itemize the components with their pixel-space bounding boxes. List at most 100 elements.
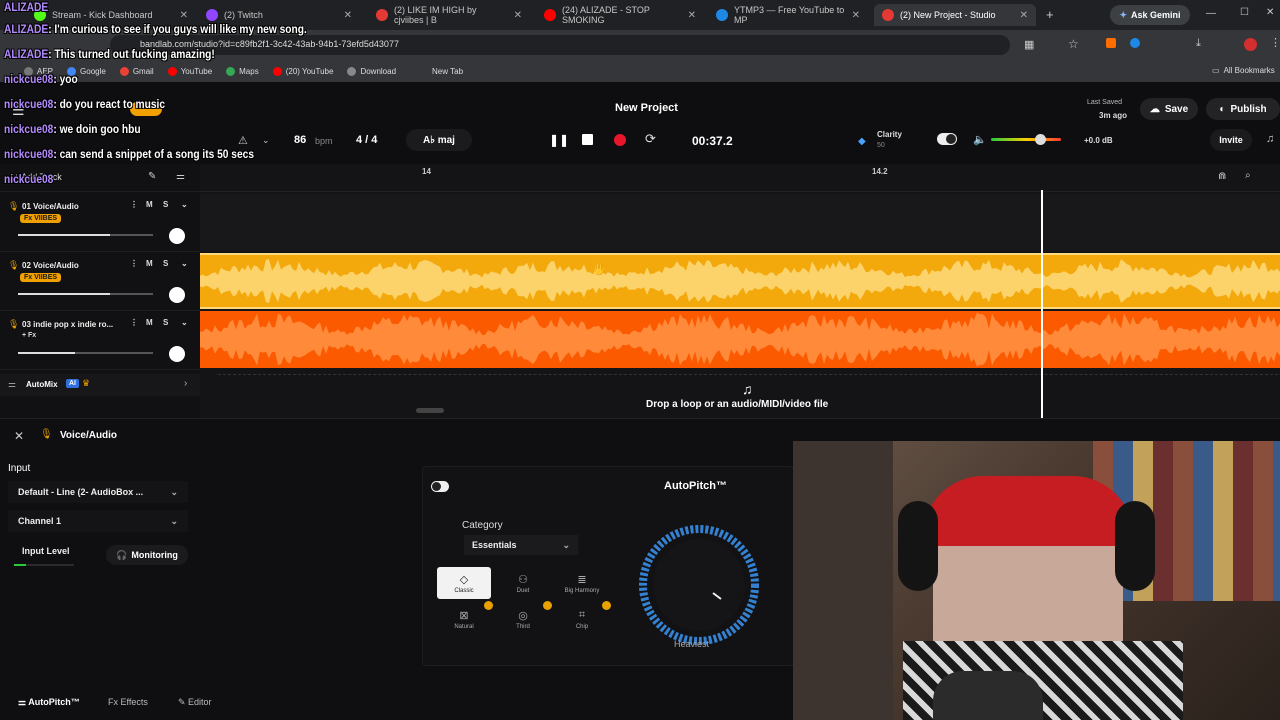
mode-natural[interactable]: ⊠ Natural bbox=[437, 603, 491, 635]
monitoring-button[interactable]: 🎧 Monitoring bbox=[106, 545, 188, 565]
timeline-ruler[interactable]: 14 14.2 ⋒ ⌕ bbox=[200, 164, 1280, 192]
record-button[interactable] bbox=[614, 134, 626, 146]
input-device-select[interactable]: Default - Line (2- AudioBox ... ⌄ bbox=[8, 481, 188, 503]
close-tab-icon[interactable]: ✕ bbox=[344, 10, 352, 21]
close-tab-icon[interactable]: ✕ bbox=[1020, 10, 1028, 21]
clarity-toggle[interactable] bbox=[937, 133, 957, 145]
track-name[interactable]: Voice/Audio bbox=[33, 261, 79, 270]
tab-editor[interactable]: ✎ Editor bbox=[178, 697, 212, 708]
close-tab-icon[interactable]: ✕ bbox=[180, 10, 188, 21]
track-menu-icon[interactable]: ⋮ bbox=[130, 318, 138, 327]
bookmark[interactable]: Gmail bbox=[119, 66, 154, 76]
loop-icon[interactable]: ⟳ bbox=[645, 131, 656, 147]
channel-select[interactable]: Channel 1 ⌄ bbox=[8, 510, 188, 532]
zoom-icon[interactable]: ⌕ bbox=[1245, 170, 1251, 181]
bookmark[interactable]: New Tab bbox=[432, 67, 463, 76]
chevron-down-icon[interactable]: ⌄ bbox=[262, 135, 270, 146]
playhead[interactable] bbox=[1041, 190, 1043, 418]
pitch-amount-knob[interactable] bbox=[637, 523, 761, 647]
mute-button[interactable]: M bbox=[146, 200, 153, 209]
browser-tab[interactable]: (24) ALIZADE - STOP SMOKING ✕ bbox=[536, 4, 704, 26]
fx-badge[interactable]: Fx VIIBES bbox=[20, 273, 62, 282]
magnet-icon[interactable]: ⋒ bbox=[1218, 171, 1226, 182]
add-fx-button[interactable]: + Fx bbox=[22, 332, 36, 339]
slider-thumb[interactable] bbox=[1035, 134, 1046, 145]
horizontal-scrollbar[interactable] bbox=[416, 408, 444, 413]
pan-knob[interactable] bbox=[169, 346, 185, 362]
speaker-icon[interactable]: 🔈 bbox=[973, 133, 987, 146]
metronome-icon[interactable]: ⚠ bbox=[238, 134, 248, 147]
pause-button[interactable]: ❚❚ bbox=[549, 133, 569, 147]
solo-button[interactable]: S bbox=[163, 200, 168, 209]
chevron-right-icon[interactable]: › bbox=[184, 378, 187, 389]
bell-icon[interactable]: ♫ bbox=[1266, 133, 1274, 145]
pan-knob[interactable] bbox=[169, 228, 185, 244]
close-window-icon[interactable]: ✕ bbox=[1266, 7, 1274, 18]
key-selector[interactable]: A♭ maj bbox=[406, 129, 472, 151]
bpm-value[interactable]: 86 bbox=[294, 134, 306, 146]
time-signature[interactable]: 4 / 4 bbox=[356, 134, 377, 146]
mute-button[interactable]: M bbox=[146, 318, 153, 327]
track-name[interactable]: indie pop x indie ro... bbox=[33, 320, 113, 329]
track-name[interactable]: Voice/Audio bbox=[33, 202, 79, 211]
timeline-area[interactable]: 14 14.2 ⋒ ⌕ ♫ Drop a loop or an audio/MI… bbox=[200, 164, 1280, 418]
download-icon[interactable]: ⤓ bbox=[1196, 37, 1201, 50]
ask-gemini-button[interactable]: ✦ Ask Gemini bbox=[1110, 5, 1190, 25]
chevron-down-icon[interactable]: ⌄ bbox=[181, 259, 188, 268]
drop-zone[interactable]: ♫ Drop a loop or an audio/MIDI/video fil… bbox=[218, 374, 1278, 414]
track-header[interactable]: 🎙 01 Voice/Audio Fx VIIBES ⋮ M S ⌄ bbox=[0, 194, 200, 252]
profile-avatar[interactable] bbox=[1244, 38, 1257, 51]
track-header[interactable]: 🎙 02 Voice/Audio Fx VIIBES ⋮ M S ⌄ bbox=[0, 253, 200, 311]
master-volume-slider[interactable] bbox=[991, 134, 1061, 145]
close-tab-icon[interactable]: ✕ bbox=[514, 10, 522, 21]
menu-icon[interactable]: ⋮ bbox=[1270, 36, 1280, 49]
mute-button[interactable]: M bbox=[146, 259, 153, 268]
audio-region-beat[interactable] bbox=[200, 311, 1280, 368]
mode-duet[interactable]: ⚇ Duet bbox=[496, 567, 550, 599]
invite-button[interactable]: Invite bbox=[1210, 129, 1252, 151]
mixer-icon[interactable]: ⚌ bbox=[176, 171, 185, 182]
chevron-down-icon[interactable]: ⌄ bbox=[181, 318, 188, 327]
all-bookmarks[interactable]: ▭ All Bookmarks bbox=[1212, 66, 1275, 75]
close-tab-icon[interactable]: ✕ bbox=[852, 10, 860, 21]
extension-icon[interactable]: ▦ bbox=[1024, 38, 1034, 51]
tab-effects[interactable]: Fx Effects bbox=[108, 697, 148, 707]
track-volume-slider[interactable] bbox=[18, 352, 153, 354]
mode-chip[interactable]: ⌗ Chip bbox=[555, 603, 609, 635]
save-button[interactable]: ☁ Save bbox=[1140, 98, 1198, 120]
mode-classic[interactable]: ◇ Classic bbox=[437, 567, 491, 599]
solo-button[interactable]: S bbox=[163, 318, 168, 327]
project-title[interactable]: New Project bbox=[615, 102, 678, 114]
mode-big-harmony[interactable]: ≣ Big Harmony bbox=[555, 567, 609, 599]
browser-tab[interactable]: (2) LIKE IM HIGH by cjviibes | B ✕ bbox=[368, 4, 530, 26]
new-tab-button[interactable]: + bbox=[1046, 7, 1054, 22]
track-menu-icon[interactable]: ⋮ bbox=[130, 200, 138, 209]
stop-button[interactable] bbox=[582, 134, 593, 145]
track-menu-icon[interactable]: ⋮ bbox=[130, 259, 138, 268]
publish-button[interactable]: ◐ Publish bbox=[1206, 98, 1280, 120]
maximize-icon[interactable]: ☐ bbox=[1240, 7, 1249, 18]
track-header[interactable]: 🎙 03 indie pop x indie ro... + Fx ⋮ M S … bbox=[0, 312, 200, 370]
plugin-power-toggle[interactable] bbox=[431, 481, 449, 492]
mode-third[interactable]: ◎ Third bbox=[496, 603, 550, 635]
bookmark[interactable]: Maps bbox=[226, 66, 259, 76]
bookmark-star-icon[interactable]: ☆ bbox=[1068, 37, 1079, 51]
bookmark[interactable]: Download bbox=[347, 66, 396, 76]
fx-badge[interactable]: Fx VIIBES bbox=[20, 214, 62, 223]
track-lane-empty[interactable] bbox=[200, 194, 1280, 251]
close-icon[interactable]: ✕ bbox=[14, 429, 24, 443]
extension-icon[interactable] bbox=[1106, 38, 1116, 48]
solo-button[interactable]: S bbox=[163, 259, 168, 268]
bookmark[interactable]: YouTube bbox=[167, 66, 212, 76]
track-volume-slider[interactable] bbox=[18, 234, 153, 236]
minimize-icon[interactable]: — bbox=[1206, 8, 1216, 19]
automix-row[interactable]: ⚌ AutoMix AI ♛ › bbox=[0, 374, 200, 396]
pan-knob[interactable] bbox=[169, 287, 185, 303]
extension-icon[interactable] bbox=[1130, 38, 1140, 48]
category-select[interactable]: Essentials ⌄ bbox=[464, 535, 578, 555]
bookmark[interactable]: (20) YouTube bbox=[272, 66, 333, 76]
browser-tab[interactable]: YTMP3 — Free YouTube to MP ✕ bbox=[708, 4, 868, 26]
chevron-down-icon[interactable]: ⌄ bbox=[181, 200, 188, 209]
pencil-icon[interactable]: ✎ bbox=[148, 171, 156, 182]
tab-autopitch[interactable]: ⚌ AutoPitch™ bbox=[18, 697, 80, 708]
